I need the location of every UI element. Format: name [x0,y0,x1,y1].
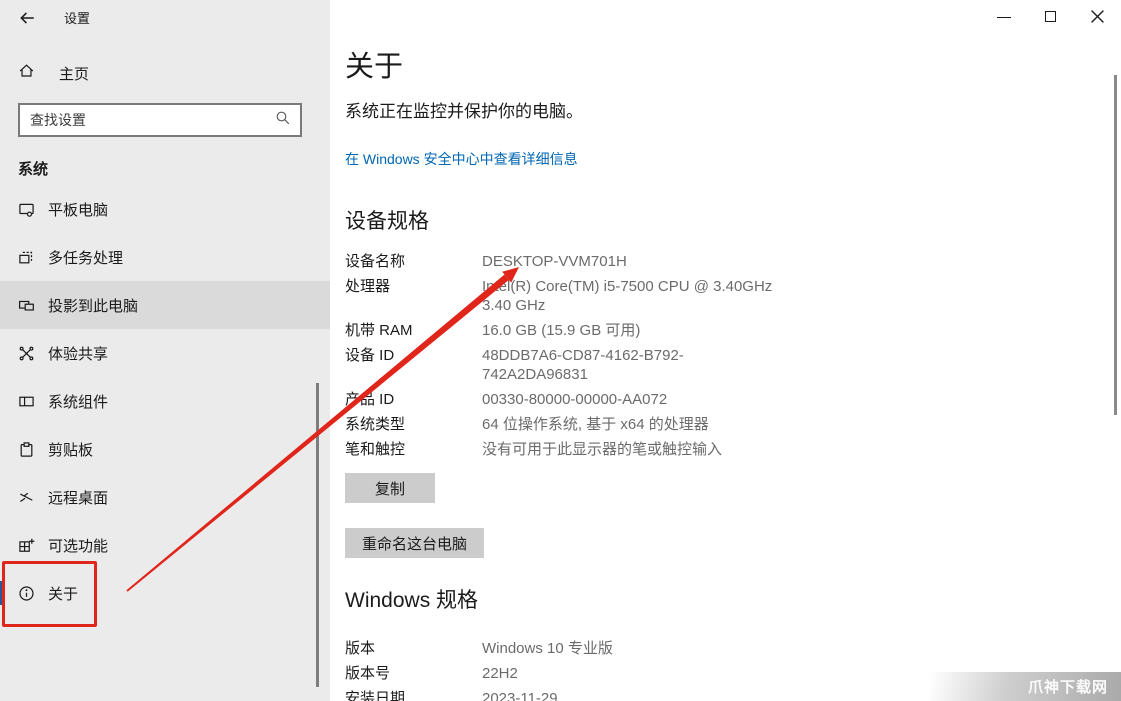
sidebar-item-multitasking[interactable]: 多任务处理 [0,233,330,281]
sidebar-nav: 平板电脑 多任务处理 投影到此电脑 体验共享 系统组件 剪贴板 远程桌面 可选功… [0,185,330,617]
home-label: 主页 [59,65,90,83]
main-content: 关于 系统正在监控并保护你的电脑。 在 Windows 安全中心中查看详细信息 … [330,0,1121,701]
settings-window: 设置 主页 系统 平板电脑 [0,0,1121,701]
close-icon [1090,9,1104,23]
optional-features-icon [18,537,35,554]
device-spec-table: 设备名称 DESKTOP-VVM701H 处理器 Intel(R) Core(T… [345,252,1121,459]
main-scrollbar-thumb[interactable] [1114,75,1117,415]
back-icon[interactable] [18,9,36,27]
sidebar-scrollbar-thumb[interactable] [316,383,319,687]
sidebar-section-system: 系统 [18,161,49,178]
watermark-text: 爪神下载网 [1027,679,1108,696]
minimize-icon [997,16,1011,18]
maximize-icon [1044,10,1056,22]
search-box[interactable] [18,103,302,137]
sidebar-item-clipboard[interactable]: 剪贴板 [0,425,330,473]
table-row: 产品 ID 00330-80000-00000-AA072 [345,391,668,408]
info-icon [18,585,35,602]
remote-desktop-icon [18,489,35,506]
sidebar-item-system-components[interactable]: 系统组件 [0,377,330,425]
sidebar-item-home[interactable]: 主页 [18,62,89,84]
home-icon [18,62,35,84]
table-row: 版本 Windows 10 专业版 [345,640,613,657]
tablet-icon [18,201,35,218]
sidebar-item-optional-features[interactable]: 可选功能 [0,521,330,569]
table-row: 处理器 Intel(R) Core(TM) i5-7500 CPU @ 3.40… [345,278,773,314]
sidebar-item-remote-desktop[interactable]: 远程桌面 [0,473,330,521]
sidebar-item-tablet[interactable]: 平板电脑 [0,185,330,233]
copy-button[interactable]: 复制 [345,473,435,503]
windows-security-link[interactable]: 在 Windows 安全中心中查看详细信息 [345,149,578,169]
project-to-pc-icon [18,297,35,314]
page-subtitle: 系统正在监控并保护你的电脑。 [345,102,583,121]
search-icon[interactable] [275,110,291,131]
sidebar-item-project-to-pc[interactable]: 投影到此电脑 [0,281,330,329]
device-spec-header: 设备规格 [345,210,429,233]
app-title: 设置 [64,11,91,26]
sidebar: 设置 主页 系统 平板电脑 [0,0,330,701]
close-button[interactable] [1082,0,1112,32]
watermark: 爪神下载网 [930,672,1121,701]
table-row: 设备 ID 48DDB7A6-CD87-4162-B792-742A2DA968… [345,347,684,383]
selected-accent-bar [0,581,4,605]
windows-spec-header: Windows 规格 [345,589,479,612]
shared-experiences-icon [18,345,35,362]
sidebar-item-about[interactable]: 关于 [0,569,330,617]
clipboard-icon [18,441,35,458]
search-input[interactable] [20,112,275,128]
minimize-button[interactable] [989,0,1019,32]
multitask-icon [18,249,35,266]
table-row: 系统类型 64 位操作系统, 基于 x64 的处理器 [345,416,709,433]
page-title: 关于 [345,51,404,83]
maximize-button[interactable] [1035,0,1065,32]
rename-pc-button[interactable]: 重命名这台电脑 [345,528,485,558]
system-components-icon [18,393,35,410]
table-row: 设备名称 DESKTOP-VVM701H [345,253,627,270]
table-row: 机带 RAM 16.0 GB (15.9 GB 可用) [345,322,641,339]
sidebar-item-shared-experiences[interactable]: 体验共享 [0,329,330,377]
titlebar: 设置 [18,8,90,27]
table-row: 笔和触控 没有可用于此显示器的笔或触控输入 [345,441,723,458]
